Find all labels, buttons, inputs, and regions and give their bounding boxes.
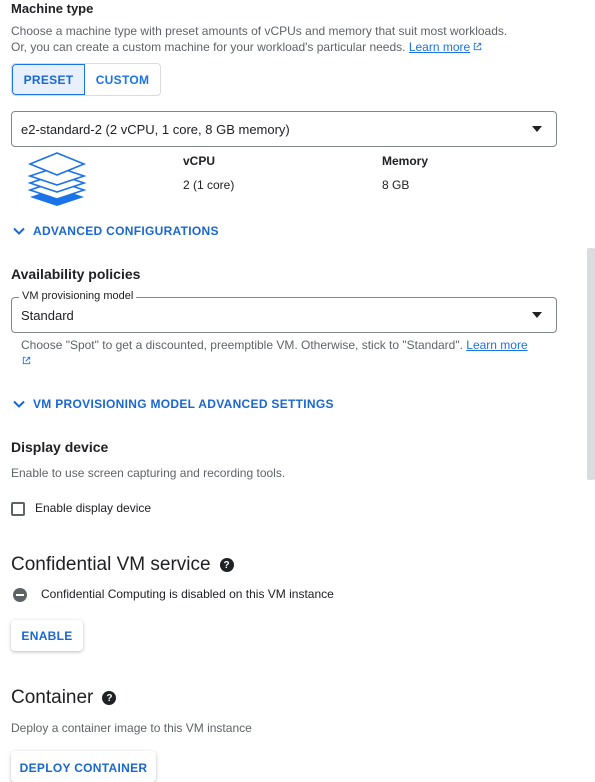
provisioning-hint: Choose "Spot" to get a discounted, preem… xyxy=(21,337,541,369)
dropdown-arrow-icon xyxy=(532,126,542,132)
machine-type-desc-line2: Or, you can create a custom machine for … xyxy=(11,39,586,55)
vm-provisioning-model-value: Standard xyxy=(21,307,74,323)
container-title-row: Container ? xyxy=(11,687,117,709)
container-title: Container xyxy=(11,687,94,708)
machine-type-select-value: e2-standard-2 (2 vCPU, 1 core, 8 GB memo… xyxy=(21,121,290,137)
vcpu-value: 2 (1 core) xyxy=(183,178,235,192)
machine-type-segmented-control: PRESET CUSTOM xyxy=(11,63,161,96)
memory-label: Memory xyxy=(382,154,429,168)
advanced-configurations-label: ADVANCED CONFIGURATIONS xyxy=(33,224,219,238)
provisioning-hint-text: Choose "Spot" to get a discounted, preem… xyxy=(21,338,463,352)
confidential-vm-title-row: Confidential VM service ? xyxy=(11,554,234,576)
deploy-container-button[interactable]: DEPLOY CONTAINER xyxy=(11,751,156,782)
scrollbar-thumb[interactable] xyxy=(587,248,595,480)
memory-value: 8 GB xyxy=(382,178,410,192)
external-link-icon[interactable] xyxy=(472,41,483,52)
machine-type-learn-more-link[interactable]: Learn more xyxy=(409,40,470,54)
external-link-icon[interactable] xyxy=(21,355,32,366)
advanced-configurations-toggle[interactable]: ADVANCED CONFIGURATIONS xyxy=(13,224,219,238)
display-device-title: Display device xyxy=(11,439,109,455)
machine-type-description: Choose a machine type with preset amount… xyxy=(11,23,586,55)
display-device-description: Enable to use screen capturing and recor… xyxy=(11,466,286,480)
vm-provisioning-model-select[interactable]: VM provisioning model Standard xyxy=(11,290,557,333)
machine-stack-icon xyxy=(27,152,87,206)
help-icon[interactable]: ? xyxy=(219,558,234,572)
machine-type-title: Machine type xyxy=(11,1,94,16)
vcpu-label: vCPU xyxy=(183,154,216,168)
remove-circle-icon xyxy=(13,588,27,602)
vm-provisioning-model-label: VM provisioning model xyxy=(19,290,137,302)
availability-policies-title: Availability policies xyxy=(11,266,141,282)
dropdown-arrow-icon xyxy=(532,312,542,318)
machine-type-desc-line2-text: Or, you can create a custom machine for … xyxy=(11,40,406,54)
enable-confidential-button[interactable]: ENABLE xyxy=(11,620,83,651)
chevron-down-icon xyxy=(13,400,25,408)
machine-type-select[interactable]: e2-standard-2 (2 vCPU, 1 core, 8 GB memo… xyxy=(11,111,557,147)
container-description: Deploy a container image to this VM inst… xyxy=(11,721,252,735)
tab-custom[interactable]: CUSTOM xyxy=(85,64,160,95)
provisioning-learn-more-link[interactable]: Learn more xyxy=(466,338,527,352)
confidential-vm-title: Confidential VM service xyxy=(11,554,211,575)
tab-preset[interactable]: PRESET xyxy=(12,64,85,95)
enable-display-device-checkbox[interactable] xyxy=(11,502,25,516)
vm-provisioning-advanced-settings-toggle[interactable]: VM PROVISIONING MODEL ADVANCED SETTINGS xyxy=(13,397,334,411)
machine-type-desc-line1: Choose a machine type with preset amount… xyxy=(11,24,508,38)
chevron-down-icon xyxy=(13,227,25,235)
vm-provisioning-advanced-settings-label: VM PROVISIONING MODEL ADVANCED SETTINGS xyxy=(33,397,334,411)
help-icon[interactable]: ? xyxy=(102,691,117,705)
confidential-status-text: Confidential Computing is disabled on th… xyxy=(41,587,334,601)
enable-display-device-label[interactable]: Enable display device xyxy=(35,501,151,515)
